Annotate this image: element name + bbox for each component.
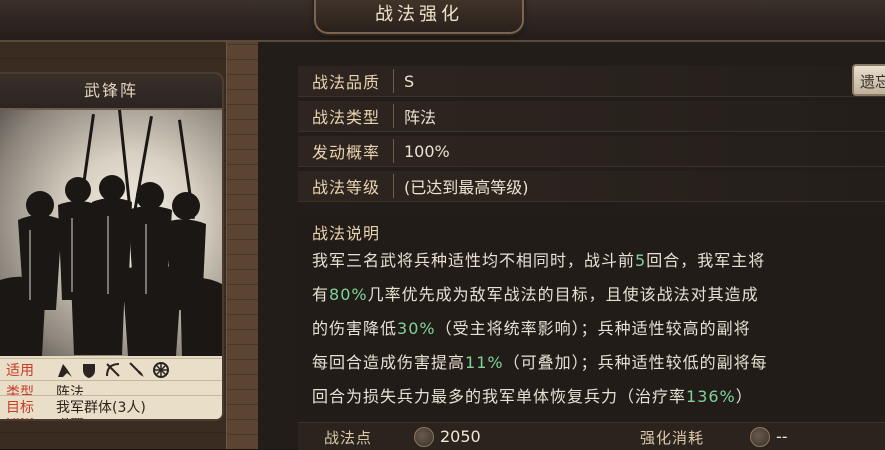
tactic-point-icon	[414, 427, 434, 447]
description-segment: 回合，我军主将	[646, 251, 766, 270]
description-line: 的伤害降低30%（受主将统率影响）；兵种适性较高的副将	[312, 312, 885, 346]
description-box: 战法说明 我军三名武将兵种适性均不相同时，战斗前5回合，我军主将 有80%几率优先…	[298, 214, 885, 414]
description-segment: 的伤害降低	[312, 319, 398, 338]
highlight-value: 5	[635, 251, 647, 270]
detail-panel: 战法品质 S 遗忘 战法类型 阵法 发动概率 100% 战法等级 (已达到最高等…	[258, 42, 885, 450]
footer-bar: 战法点 2050 强化消耗 --	[298, 422, 885, 450]
description-line: 有80%几率优先成为敌军战法的目标，且使该战法对其造成	[312, 278, 885, 312]
row-type: 战法类型 阵法	[298, 101, 885, 132]
stat-value: 我军群体(3人)	[56, 400, 146, 416]
upgrade-cost-label: 强化消耗	[640, 429, 705, 447]
stat-key: 目标	[6, 400, 34, 416]
row-trigger-rate: 发动概率 100%	[298, 136, 885, 167]
description-line: 每回合造成伤害提高11%（可叠加）；兵种适性较低的副将每	[312, 346, 885, 380]
troop-type-icons	[56, 361, 170, 379]
page-title: 战法强化	[375, 4, 463, 25]
card-title: 武锋阵	[83, 81, 138, 100]
description-text: 我军三名武将兵种适性均不相同时，战斗前5回合，我军主将 有80%几率优先成为敌军战…	[312, 244, 885, 414]
stat-row-target: 目标 我军群体(3人)	[0, 395, 222, 418]
archer-icon	[106, 363, 120, 377]
tactic-card: 武锋阵 适用 类型 阵法	[0, 72, 224, 421]
description-segment: 有	[312, 285, 330, 304]
row-value: 100%	[404, 141, 450, 161]
soldiers-silhouette-image	[0, 110, 222, 356]
highlight-value: 11%	[465, 353, 504, 372]
row-quality: 战法品质 S	[298, 66, 885, 97]
row-label: 战法品质	[298, 69, 394, 93]
tactic-points-value: 2050	[440, 427, 481, 446]
top-bar: 战法强化	[0, 0, 885, 42]
highlight-value: 80%	[329, 285, 368, 304]
cavalry-icon	[58, 364, 72, 377]
description-segment: 几率优先成为敌军战法的目标，且使该战法对其造成	[367, 285, 759, 304]
description-segment: （可叠加）；兵种适性较低的副将每	[503, 353, 768, 372]
description-segment: 每回合造成伤害提高	[312, 353, 466, 372]
row-level: 战法等级 (已达到最高等级)	[298, 171, 885, 202]
cost-point-icon	[750, 427, 770, 447]
card-title-bar: 武锋阵	[0, 74, 222, 110]
description-title: 战法说明	[312, 224, 381, 243]
card-artwork	[0, 110, 222, 356]
forget-button[interactable]: 遗忘	[852, 64, 885, 96]
title-plate: 战法强化	[314, 0, 524, 34]
upgrade-cost-value: --	[776, 427, 788, 446]
highlight-value: 136%	[686, 387, 736, 406]
description-segment: ）	[735, 387, 753, 406]
description-segment: 我军三名武将兵种适性均不相同时，战斗前	[312, 251, 636, 270]
tactic-points-label: 战法点	[324, 429, 373, 447]
row-value: S	[404, 71, 415, 91]
description-line: 回合为损失兵力最多的我军单体恢复兵力（治疗率136%）	[312, 380, 885, 414]
row-label: 战法类型	[298, 104, 394, 128]
description-line: 我军三名武将兵种适性均不相同时，战斗前5回合，我军主将	[312, 244, 885, 278]
highlight-value: 30%	[397, 319, 436, 338]
row-label: 发动概率	[298, 139, 394, 163]
left-panel: 武锋阵 适用 类型 阵法 目标 我军群体(3人)	[0, 42, 259, 449]
description-segment: 回合为损失兵力最多的我军单体恢复兵力（治疗率	[312, 387, 687, 406]
spear-icon	[129, 362, 144, 377]
row-value: (已达到最高等级)	[404, 178, 529, 197]
stat-row-applicable: 适用	[0, 358, 222, 381]
row-label: 战法等级	[298, 174, 394, 198]
wood-frame	[226, 42, 259, 449]
description-segment: （受主将统率影响）；兵种适性较高的副将	[435, 319, 751, 338]
siege-icon	[153, 362, 169, 378]
stat-key: 适用	[6, 363, 34, 379]
shield-icon	[83, 364, 95, 378]
row-value: 阵法	[404, 108, 437, 127]
